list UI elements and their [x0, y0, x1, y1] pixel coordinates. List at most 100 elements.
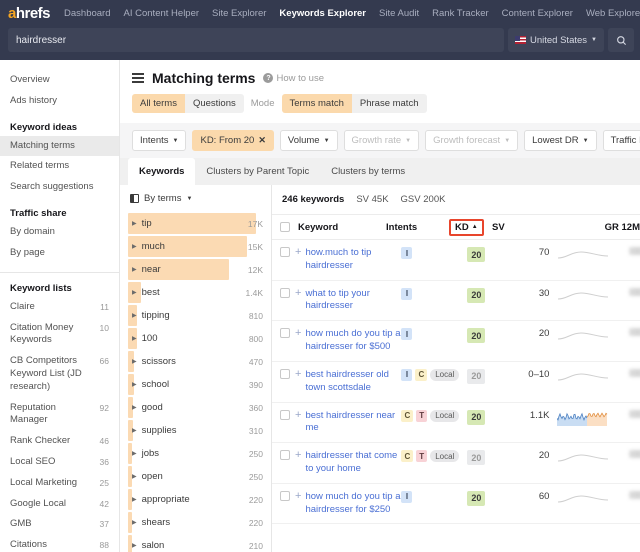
- nav-item-web-explorer[interactable]: Web Explorer: [586, 8, 640, 19]
- expand-triangle-icon[interactable]: ▶: [132, 220, 137, 227]
- search-button[interactable]: [608, 28, 634, 52]
- close-icon[interactable]: ✕: [258, 135, 266, 146]
- table-row[interactable]: + how much do you tip a hairdresser for $…: [272, 484, 640, 525]
- expand-triangle-icon[interactable]: ▶: [132, 542, 137, 549]
- tab-clusters-by-parent-topic[interactable]: Clusters by Parent Topic: [195, 158, 320, 185]
- header-gr[interactable]: GR 12M: [596, 222, 640, 233]
- term-list-item[interactable]: ▶ jobs 250: [120, 442, 271, 465]
- row-checkbox[interactable]: [280, 490, 290, 501]
- expand-triangle-icon[interactable]: ▶: [132, 450, 137, 457]
- how-to-use-link[interactable]: ? How to use: [263, 73, 324, 84]
- segment-phrase-match[interactable]: Phrase match: [351, 94, 427, 113]
- table-row[interactable]: + best hairdresser old town scottsdale I C L…: [272, 362, 640, 403]
- keyword-link[interactable]: best hairdresser near me: [305, 410, 395, 434]
- row-checkbox[interactable]: [280, 247, 290, 257]
- term-list-item[interactable]: ▶ shears 220: [120, 511, 271, 534]
- add-to-list-icon[interactable]: +: [290, 490, 305, 502]
- nav-item-site-explorer[interactable]: Site Explorer: [212, 8, 266, 19]
- sidebar-item-gmb[interactable]: GMB 37: [0, 514, 119, 535]
- expand-triangle-icon[interactable]: ▶: [132, 289, 137, 296]
- row-checkbox[interactable]: [280, 450, 290, 461]
- sidebar-item-citations[interactable]: Citations 88: [0, 535, 119, 552]
- filter-chip-lowest-dr[interactable]: Lowest DR ▼: [524, 130, 597, 151]
- search-input-wrapper[interactable]: [8, 28, 504, 52]
- segment-all-terms[interactable]: All terms: [132, 94, 185, 113]
- expand-triangle-icon[interactable]: ▶: [132, 473, 137, 480]
- term-list-item[interactable]: ▶ best 1.4K: [120, 281, 271, 304]
- keyword-link[interactable]: hairdresser that come to your home: [305, 450, 397, 474]
- sidebar-item-overview[interactable]: Overview: [0, 70, 119, 91]
- table-row[interactable]: + best hairdresser near me C T Local 20 1.1K: [272, 403, 640, 444]
- nav-item-content-explorer[interactable]: Content Explorer: [502, 8, 573, 19]
- filter-chip-traffic-potenti[interactable]: Traffic Potenti: [602, 130, 640, 151]
- filter-chip-growth-rate[interactable]: Growth rate ▼: [343, 130, 420, 151]
- term-list-item[interactable]: ▶ salon 210: [120, 534, 271, 552]
- table-row[interactable]: + hairdresser that come to your home C T Loc…: [272, 443, 640, 484]
- add-to-list-icon[interactable]: +: [290, 287, 305, 299]
- expand-triangle-icon[interactable]: ▶: [132, 496, 137, 503]
- sidebar-item-cb-competitors-keyword-list-jd-research[interactable]: CB Competitors Keyword List (JD research…: [0, 351, 119, 397]
- hamburger-icon[interactable]: [132, 73, 144, 83]
- sidebar-item-by-domain[interactable]: By domain: [0, 222, 119, 243]
- term-list-item[interactable]: ▶ scissors 470: [120, 350, 271, 373]
- add-to-list-icon[interactable]: +: [290, 368, 305, 380]
- keyword-link[interactable]: best hairdresser old town scottsdale: [305, 369, 388, 393]
- select-all-checkbox[interactable]: [280, 222, 290, 232]
- term-list-item[interactable]: ▶ supplies 310: [120, 419, 271, 442]
- expand-triangle-icon[interactable]: ▶: [132, 358, 137, 365]
- sidebar-item-local-seo[interactable]: Local SEO 36: [0, 452, 119, 473]
- term-list-item[interactable]: ▶ tipping 810: [120, 304, 271, 327]
- term-list-item[interactable]: ▶ tip 17K: [120, 212, 271, 235]
- filter-chip-kd-from-20[interactable]: KD: From 20 ✕: [192, 130, 274, 151]
- add-to-list-icon[interactable]: +: [290, 247, 305, 258]
- expand-triangle-icon[interactable]: ▶: [132, 335, 137, 342]
- header-intents[interactable]: Intents: [386, 222, 452, 233]
- keyword-link[interactable]: how much do you tip a hairdresser for $5…: [305, 328, 400, 352]
- sidebar-item-reputation-manager[interactable]: Reputation Manager 92: [0, 398, 119, 432]
- add-to-list-icon[interactable]: +: [290, 450, 305, 461]
- add-to-list-icon[interactable]: +: [290, 328, 305, 339]
- sidebar-item-local-marketing[interactable]: Local Marketing 25: [0, 473, 119, 494]
- row-checkbox[interactable]: [280, 287, 290, 298]
- nav-item-site-audit[interactable]: Site Audit: [379, 8, 419, 19]
- header-sv[interactable]: SV: [492, 222, 534, 233]
- expand-triangle-icon[interactable]: ▶: [132, 266, 137, 273]
- sidebar-item-by-page[interactable]: By page: [0, 243, 119, 264]
- sidebar-item-google-local[interactable]: Google Local 42: [0, 494, 119, 515]
- sidebar-item-claire[interactable]: Claire 11: [0, 297, 119, 318]
- row-checkbox[interactable]: [280, 328, 290, 339]
- expand-triangle-icon[interactable]: ▶: [132, 404, 137, 411]
- term-list-item[interactable]: ▶ much 15K: [120, 235, 271, 258]
- table-row[interactable]: + what to tip your hairdresser I 20 30: [272, 281, 640, 322]
- ahrefs-logo[interactable]: ahrefs: [8, 5, 51, 22]
- group-by-dropdown[interactable]: By terms ▼: [120, 185, 271, 212]
- row-checkbox[interactable]: [280, 368, 290, 379]
- expand-triangle-icon[interactable]: ▶: [132, 427, 137, 434]
- row-checkbox[interactable]: [280, 409, 290, 420]
- header-keyword[interactable]: Keyword: [290, 222, 386, 233]
- table-row[interactable]: + how.much to tip hairdresser I 20 70: [272, 240, 640, 281]
- header-kd[interactable]: KD ▲: [449, 218, 492, 236]
- sidebar-item-matching-terms[interactable]: Matching terms: [0, 135, 119, 157]
- tab-clusters-by-terms[interactable]: Clusters by terms: [320, 158, 416, 185]
- expand-triangle-icon[interactable]: ▶: [132, 381, 137, 388]
- expand-triangle-icon[interactable]: ▶: [132, 519, 137, 526]
- nav-item-ai-content-helper[interactable]: AI Content Helper: [124, 8, 200, 19]
- sidebar-item-ads-history[interactable]: Ads history: [0, 91, 119, 112]
- filter-chip-volume[interactable]: Volume ▼: [279, 130, 338, 151]
- filter-chip-intents[interactable]: Intents ▼: [132, 130, 187, 151]
- term-list-item[interactable]: ▶ near 12K: [120, 258, 271, 281]
- keyword-link[interactable]: how.much to tip hairdresser: [305, 247, 371, 271]
- term-list-item[interactable]: ▶ open 250: [120, 465, 271, 488]
- expand-triangle-icon[interactable]: ▶: [132, 243, 137, 250]
- term-list-item[interactable]: ▶ 100 800: [120, 327, 271, 350]
- term-list-item[interactable]: ▶ appropriate 220: [120, 488, 271, 511]
- sidebar-item-rank-checker[interactable]: Rank Checker 46: [0, 431, 119, 452]
- nav-item-rank-tracker[interactable]: Rank Tracker: [432, 8, 489, 19]
- segment-questions[interactable]: Questions: [184, 94, 244, 113]
- country-selector[interactable]: United States ▼: [508, 28, 604, 52]
- expand-triangle-icon[interactable]: ▶: [132, 312, 137, 319]
- keyword-link[interactable]: what to tip your hairdresser: [305, 288, 369, 312]
- nav-item-dashboard[interactable]: Dashboard: [64, 8, 110, 19]
- sidebar-item-search-suggestions[interactable]: Search suggestions: [0, 177, 119, 198]
